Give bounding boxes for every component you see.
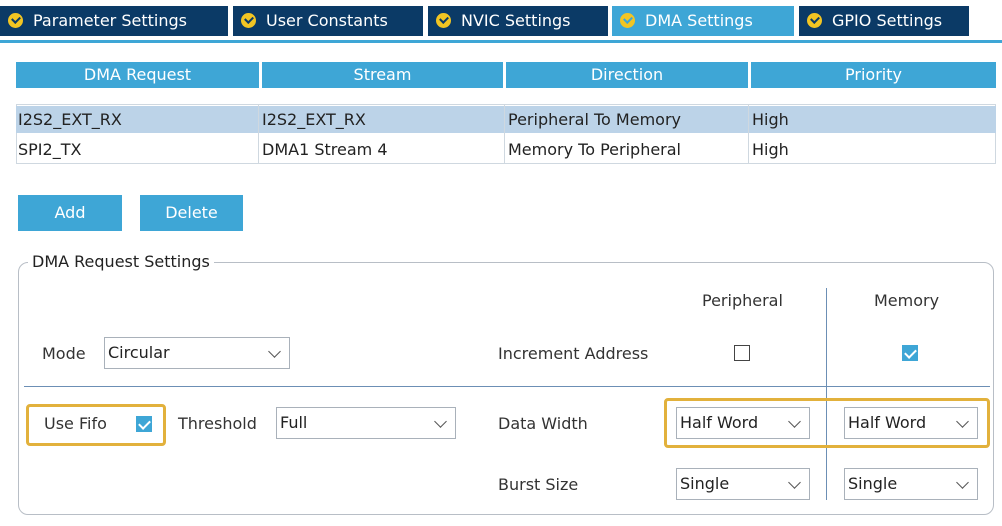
- column-divider: [748, 105, 749, 163]
- column-header-dma-request[interactable]: DMA Request: [16, 62, 259, 88]
- delete-button[interactable]: Delete: [140, 195, 243, 231]
- cell-stream: I2S2_EXT_RX: [262, 110, 366, 129]
- burst-size-peripheral-select[interactable]: Single: [676, 468, 810, 500]
- check-circle-icon: [807, 13, 822, 28]
- tab-gpio-settings[interactable]: GPIO Settings: [799, 6, 969, 36]
- cell-direction: Memory To Peripheral: [508, 140, 681, 159]
- tab-label: GPIO Settings: [832, 11, 943, 30]
- increment-address-label: Increment Address: [498, 344, 649, 363]
- cell-stream: DMA1 Stream 4: [262, 140, 388, 159]
- column-divider: [504, 105, 505, 163]
- burst-size-memory-select[interactable]: Single: [844, 468, 978, 500]
- chevron-down-icon: [956, 476, 969, 489]
- column-header-priority[interactable]: Priority: [751, 62, 996, 88]
- burst-size-label: Burst Size: [498, 475, 579, 494]
- tab-user-constants[interactable]: User Constants: [233, 6, 423, 36]
- chevron-down-icon: [788, 476, 801, 489]
- chevron-down-icon: [956, 415, 969, 428]
- check-circle-icon: [8, 13, 23, 28]
- tab-parameter-settings[interactable]: Parameter Settings: [0, 6, 228, 36]
- tab-label: Parameter Settings: [33, 11, 187, 30]
- tab-nvic-settings[interactable]: NVIC Settings: [428, 6, 608, 36]
- chevron-down-icon: [268, 345, 281, 358]
- cell-dma-request: SPI2_TX: [18, 140, 82, 159]
- use-fifo-label: Use Fifo: [44, 414, 107, 433]
- use-fifo-checkbox[interactable]: [136, 416, 152, 432]
- tab-dma-settings[interactable]: DMA Settings: [612, 6, 794, 36]
- cell-direction: Peripheral To Memory: [508, 110, 681, 129]
- tab-label: NVIC Settings: [461, 11, 571, 30]
- chevron-down-icon: [788, 415, 801, 428]
- tab-label: DMA Settings: [645, 11, 753, 30]
- column-divider: [826, 288, 827, 500]
- mode-label: Mode: [42, 344, 86, 363]
- data-width-memory-select[interactable]: Half Word: [844, 407, 978, 439]
- increment-peripheral-checkbox[interactable]: [734, 345, 750, 361]
- check-circle-icon: [436, 13, 451, 28]
- burst-size-memory-value: Single: [848, 474, 898, 493]
- peripheral-column-label: Peripheral: [702, 291, 783, 310]
- mode-value: Circular: [108, 343, 170, 362]
- data-width-peripheral-value: Half Word: [680, 413, 759, 432]
- column-header-direction[interactable]: Direction: [506, 62, 748, 88]
- column-header-stream[interactable]: Stream: [262, 62, 503, 88]
- increment-memory-checkbox[interactable]: [902, 345, 918, 361]
- burst-size-peripheral-value: Single: [680, 474, 730, 493]
- table-row[interactable]: I2S2_EXT_RX I2S2_EXT_RX Peripheral To Me…: [16, 106, 996, 133]
- chevron-down-icon: [434, 415, 447, 428]
- column-divider: [258, 105, 259, 163]
- threshold-value: Full: [280, 413, 308, 432]
- threshold-label: Threshold: [178, 414, 257, 433]
- threshold-select[interactable]: Full: [276, 407, 456, 439]
- cell-dma-request: I2S2_EXT_RX: [18, 110, 122, 129]
- tab-label: User Constants: [266, 11, 388, 30]
- tab-underline: [0, 40, 1002, 43]
- tab-bar: Parameter Settings User Constants NVIC S…: [0, 0, 1002, 44]
- mode-select[interactable]: Circular: [104, 337, 290, 369]
- table-row[interactable]: SPI2_TX DMA1 Stream 4 Memory To Peripher…: [16, 136, 996, 163]
- cell-priority: High: [752, 140, 789, 159]
- data-width-label: Data Width: [498, 414, 588, 433]
- group-title: DMA Request Settings: [28, 252, 214, 271]
- check-circle-icon: [241, 13, 256, 28]
- cell-priority: High: [752, 110, 789, 129]
- check-circle-icon: [620, 13, 635, 28]
- memory-column-label: Memory: [874, 291, 940, 310]
- data-width-memory-value: Half Word: [848, 413, 927, 432]
- data-width-peripheral-select[interactable]: Half Word: [676, 407, 810, 439]
- add-button[interactable]: Add: [18, 195, 122, 231]
- section-divider: [24, 386, 990, 387]
